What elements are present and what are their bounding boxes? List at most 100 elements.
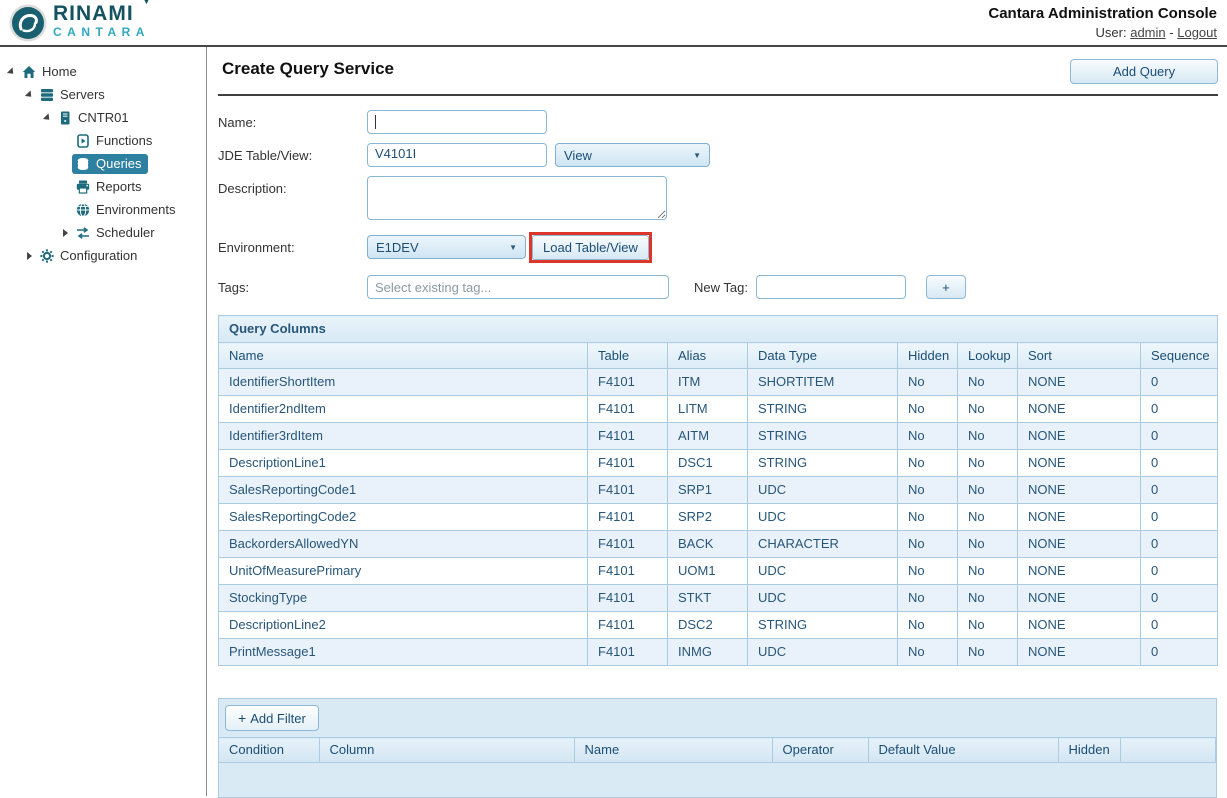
plus-icon: + — [238, 710, 246, 726]
cell: BackordersAllowedYN — [219, 531, 588, 558]
cell: No — [898, 396, 958, 423]
tree-expander-icon[interactable] — [22, 252, 36, 260]
sidebar-item-label: Reports — [96, 179, 142, 194]
main-content: Create Query Service Add Query Name: JDE… — [207, 47, 1227, 796]
add-tag-button[interactable]: + — [926, 275, 966, 299]
cell: F4101 — [588, 612, 668, 639]
cell: SalesReportingCode1 — [219, 477, 588, 504]
jde-table-view-input[interactable]: V4101I — [367, 143, 547, 167]
add-query-button[interactable]: Add Query — [1070, 59, 1218, 84]
brand-subname: CANTARA — [53, 26, 150, 38]
query-column-row[interactable]: Identifier2ndItemF4101LITMSTRINGNoNoNONE… — [219, 396, 1218, 423]
tree-expander-icon[interactable] — [40, 114, 54, 122]
cell: No — [958, 558, 1018, 585]
cell: NONE — [1018, 477, 1141, 504]
sidebar-item-home[interactable]: Home — [0, 60, 206, 83]
cell: NONE — [1018, 612, 1141, 639]
column-header-data-type: Data Type — [748, 343, 898, 369]
query-column-row[interactable]: IdentifierShortItemF4101ITMSHORTITEMNoNo… — [219, 369, 1218, 396]
cell: 0 — [1141, 585, 1218, 612]
cell: UOM1 — [668, 558, 748, 585]
tree-expander-icon[interactable] — [4, 68, 18, 76]
cell: StockingType — [219, 585, 588, 612]
cell: 0 — [1141, 531, 1218, 558]
sidebar-item-queries[interactable]: Queries — [0, 152, 206, 175]
cell: 0 — [1141, 450, 1218, 477]
cell: No — [958, 504, 1018, 531]
filter-header-column: Column — [319, 738, 574, 763]
username-link[interactable]: admin — [1130, 25, 1165, 40]
cell: F4101 — [588, 531, 668, 558]
filter-header-name: Name — [574, 738, 772, 763]
query-column-row[interactable]: DescriptionLine2F4101DSC2STRINGNoNoNONE0 — [219, 612, 1218, 639]
description-label: Description: — [218, 176, 367, 196]
query-column-row[interactable]: StockingTypeF4101STKTUDCNoNoNONE0 — [219, 585, 1218, 612]
cell: SRP2 — [668, 504, 748, 531]
cell: LITM — [668, 396, 748, 423]
cell: No — [898, 504, 958, 531]
sidebar-item-scheduler[interactable]: Scheduler — [0, 221, 206, 244]
description-input[interactable] — [367, 176, 667, 220]
sidebar-item-label: CNTR01 — [78, 110, 129, 125]
query-column-row[interactable]: PrintMessage1F4101INMGUDCNoNoNONE0 — [219, 639, 1218, 666]
tags-input[interactable] — [367, 275, 669, 299]
query-column-row[interactable]: UnitOfMeasurePrimaryF4101UOM1UDCNoNoNONE… — [219, 558, 1218, 585]
filter-header-empty — [1120, 738, 1216, 763]
environment-dropdown[interactable]: E1DEV ▼ — [367, 235, 526, 259]
tree-expander-icon[interactable] — [58, 229, 72, 237]
brand-logo: RINAMI▼ CANTARA — [0, 0, 150, 45]
cell: 0 — [1141, 504, 1218, 531]
cell: No — [898, 477, 958, 504]
new-tag-input[interactable] — [756, 275, 906, 299]
query-column-row[interactable]: BackordersAllowedYNF4101BACKCHARACTERNoN… — [219, 531, 1218, 558]
sidebar-item-cntr01[interactable]: CNTR01 — [0, 106, 206, 129]
column-header-lookup: Lookup — [958, 343, 1018, 369]
brand-caret-mark: ▼ — [143, 0, 151, 6]
sidebar-item-configuration[interactable]: Configuration — [0, 244, 206, 267]
query-form: Name: JDE Table/View: V4101I View ▼ Desc… — [218, 110, 1218, 299]
filter-header-hidden: Hidden — [1058, 738, 1120, 763]
text-caret — [375, 115, 376, 129]
sidebar-item-environments[interactable]: Environments — [0, 198, 206, 221]
sidebar-item-label: Servers — [60, 87, 105, 102]
query-column-row[interactable]: DescriptionLine1F4101DSC1STRINGNoNoNONE0 — [219, 450, 1218, 477]
cell: 0 — [1141, 396, 1218, 423]
rinami-logo-icon — [8, 3, 48, 48]
new-tag-label: New Tag: — [694, 280, 748, 295]
globe-icon — [75, 202, 92, 218]
cell: No — [898, 423, 958, 450]
cell: ITM — [668, 369, 748, 396]
cell: F4101 — [588, 450, 668, 477]
name-input[interactable] — [367, 110, 547, 134]
cell: UDC — [748, 504, 898, 531]
query-column-row[interactable]: Identifier3rdItemF4101AITMSTRINGNoNoNONE… — [219, 423, 1218, 450]
load-table-view-button[interactable]: Load Table/View — [532, 235, 649, 260]
column-header-name: Name — [219, 343, 588, 369]
page-title: Create Query Service — [222, 59, 394, 79]
cell: 0 — [1141, 558, 1218, 585]
cell: NONE — [1018, 531, 1141, 558]
cell: Identifier2ndItem — [219, 396, 588, 423]
tree-expander-icon[interactable] — [22, 91, 36, 99]
sidebar-item-servers[interactable]: Servers — [0, 83, 206, 106]
sidebar-item-reports[interactable]: Reports — [0, 175, 206, 198]
add-filter-button[interactable]: +Add Filter — [225, 705, 319, 731]
filter-panel: +Add Filter ConditionColumnNameOperatorD… — [218, 698, 1217, 798]
cell: F4101 — [588, 369, 668, 396]
scheduler-icon — [75, 225, 92, 241]
logout-link[interactable]: Logout — [1177, 25, 1217, 40]
cell: DSC2 — [668, 612, 748, 639]
cell: Identifier3rdItem — [219, 423, 588, 450]
cell: No — [958, 612, 1018, 639]
table-view-type-dropdown[interactable]: View ▼ — [555, 143, 710, 167]
query-column-row[interactable]: SalesReportingCode2F4101SRP2UDCNoNoNONE0 — [219, 504, 1218, 531]
cell: BACK — [668, 531, 748, 558]
cell: No — [958, 477, 1018, 504]
filters-table: ConditionColumnNameOperatorDefault Value… — [219, 737, 1216, 763]
servers-icon — [39, 87, 56, 103]
sidebar-item-functions[interactable]: Functions — [0, 129, 206, 152]
cell: NONE — [1018, 450, 1141, 477]
cell: F4101 — [588, 558, 668, 585]
query-column-row[interactable]: SalesReportingCode1F4101SRP1UDCNoNoNONE0 — [219, 477, 1218, 504]
title-row: Create Query Service Add Query — [218, 47, 1218, 96]
